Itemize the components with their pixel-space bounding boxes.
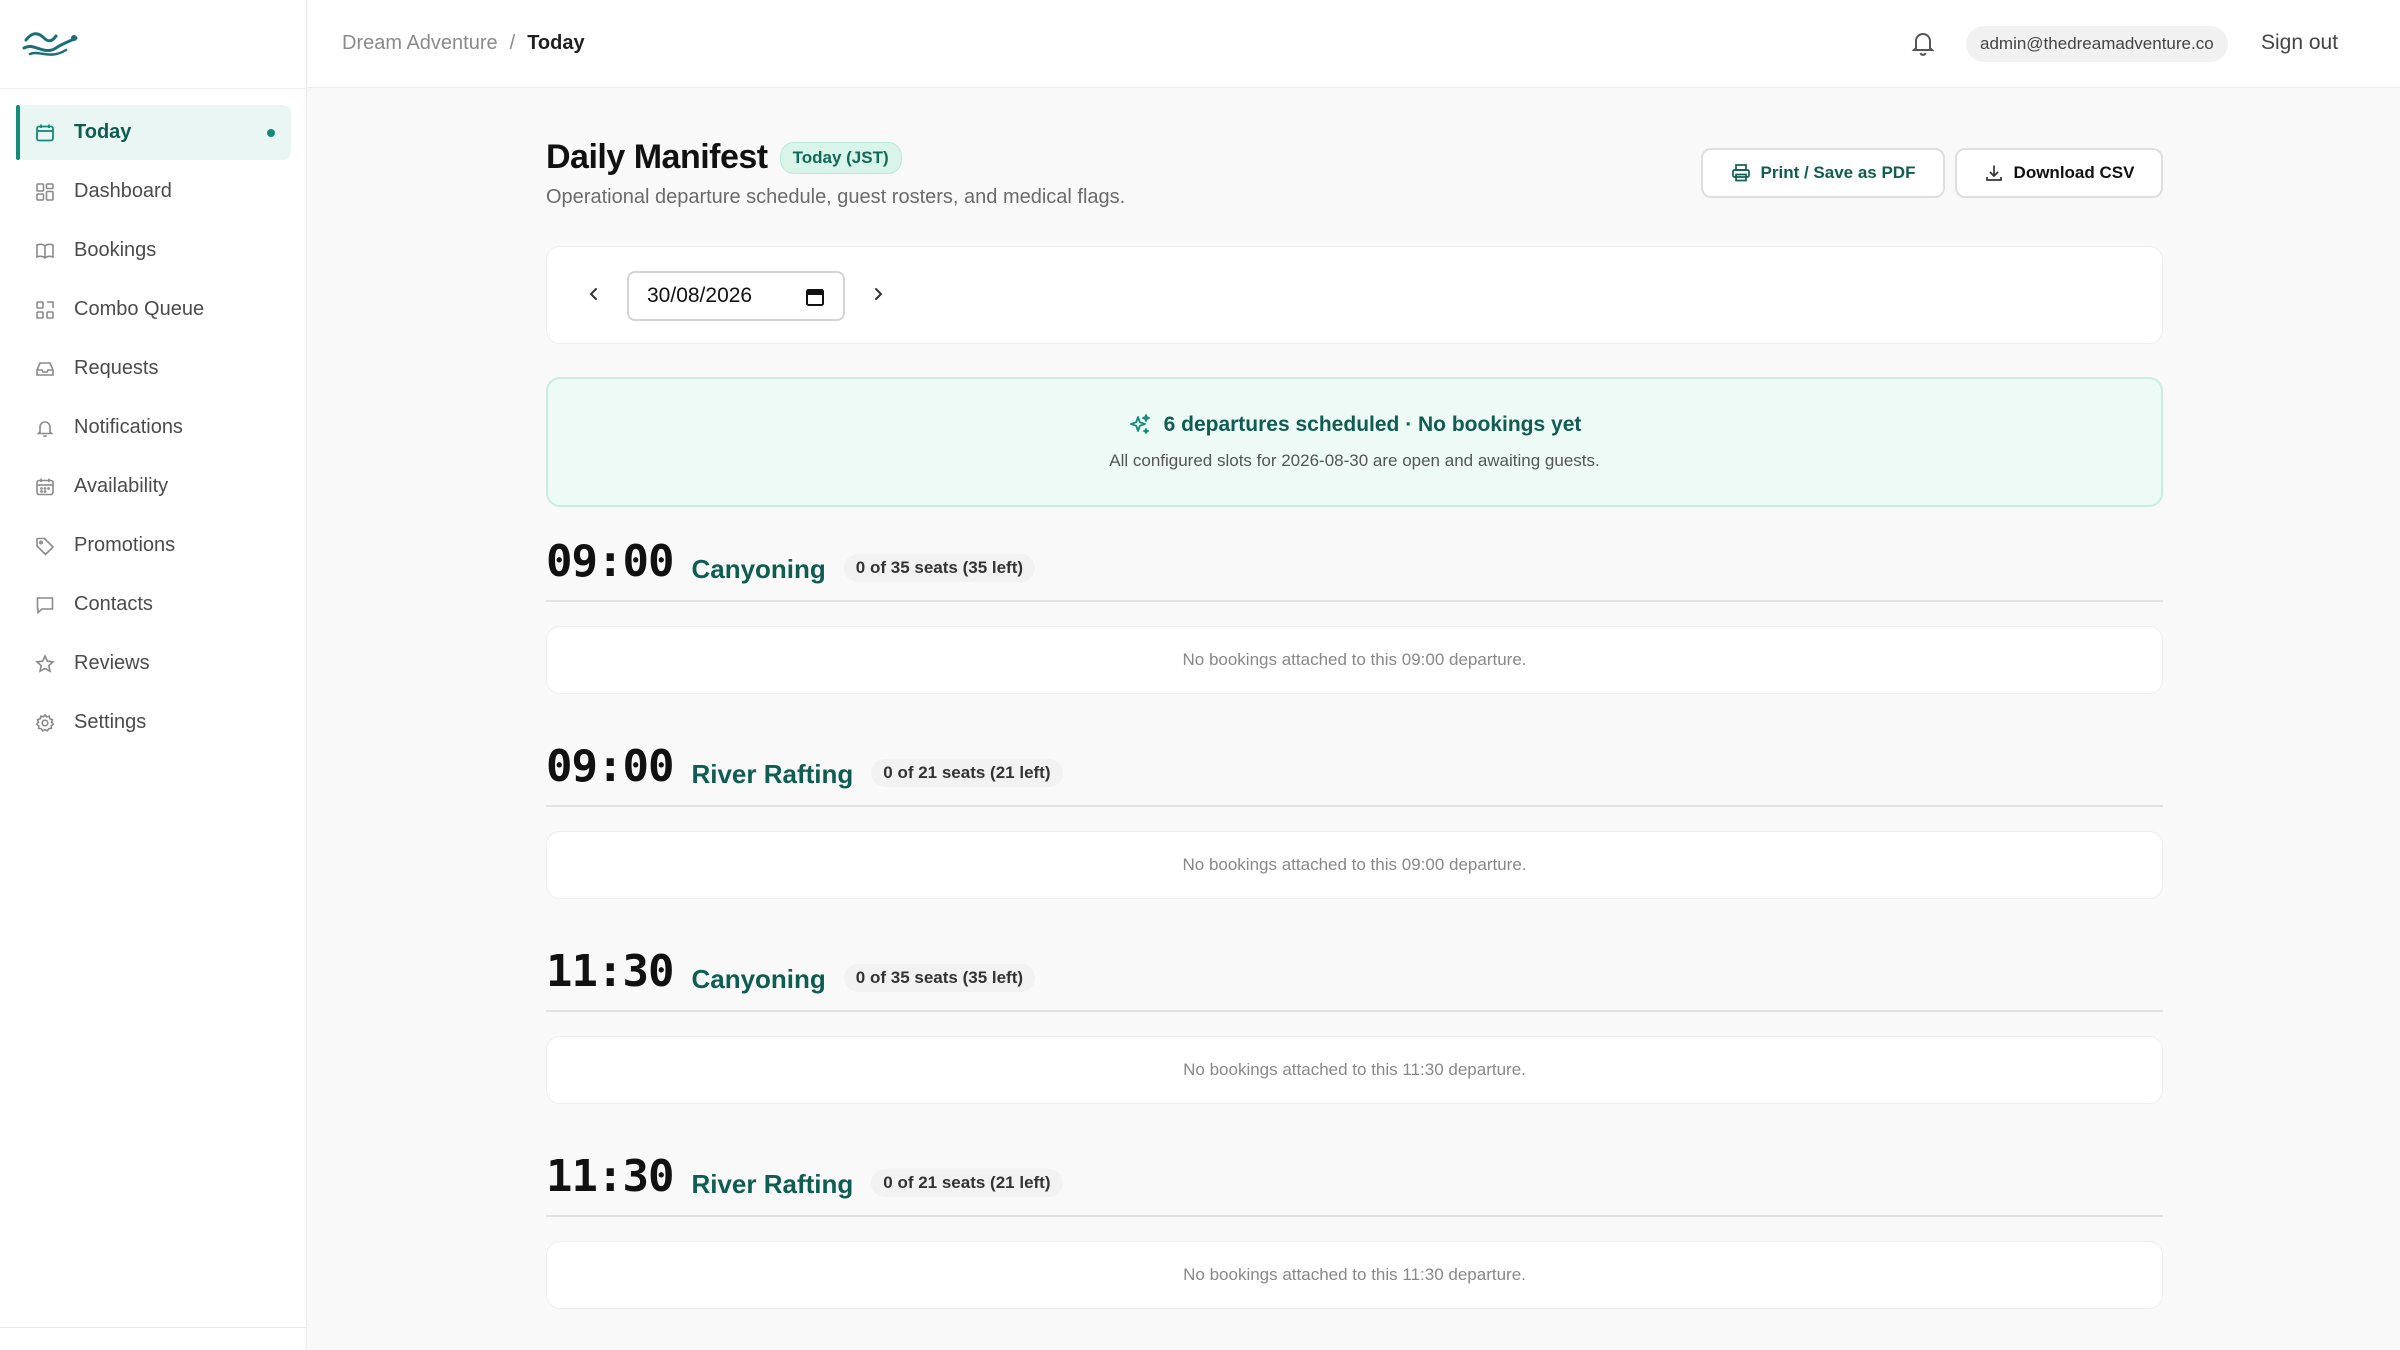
active-dot (267, 129, 275, 137)
chevron-left-icon (589, 288, 597, 300)
book-icon (34, 240, 56, 262)
departure-seats-badge: 0 of 21 seats (21 left) (871, 1169, 1063, 1197)
departure-time: 11:30 (546, 1151, 674, 1202)
sidebar-item-settings[interactable]: Settings (16, 695, 291, 750)
breadcrumb: Dream Adventure / Today (342, 32, 585, 55)
departure-roster-empty: No bookings attached to this 11:30 depar… (546, 1036, 2163, 1104)
breadcrumb-current: Today (527, 32, 585, 54)
departure-roster-empty: No bookings attached to this 09:00 depar… (546, 626, 2163, 694)
departure-roster-empty: No bookings attached to this 11:30 depar… (546, 1241, 2163, 1309)
next-day-button[interactable] (863, 279, 893, 309)
previous-day-button[interactable] (579, 279, 609, 309)
sidebar-item-availability[interactable]: Availability (16, 459, 291, 514)
page-subtitle: Operational departure schedule, guest ro… (546, 186, 1126, 208)
calendar-grid-icon (34, 476, 56, 498)
banner-title: 6 departures scheduled · No bookings yet (1163, 413, 1582, 436)
date-navigator: 30/08/2026 (546, 246, 2163, 344)
grid-icon (34, 181, 56, 203)
today-badge: Today (JST) (779, 141, 902, 174)
departure-seats-badge: 0 of 35 seats (35 left) (843, 964, 1036, 992)
departure-seats-badge: 0 of 21 seats (21 left) (871, 759, 1063, 787)
calendar-picker-icon[interactable] (805, 287, 825, 307)
star-icon (34, 653, 56, 675)
departure-header: 11:30 River Rafting 0 of 21 seats (21 le… (546, 1147, 2163, 1217)
sidebar-item-label: Reviews (74, 652, 150, 674)
calendar-icon (34, 122, 56, 144)
breadcrumb-root[interactable]: Dream Adventure (342, 32, 498, 55)
page-title: Daily Manifest (546, 138, 768, 176)
sidebar-item-combo-queue[interactable]: Combo Queue (16, 282, 291, 337)
schedule-summary-banner: 6 departures scheduled · No bookings yet… (546, 377, 2163, 507)
title-row: Daily Manifest Today (JST) (546, 138, 902, 177)
departure-header: 09:00 Canyoning 0 of 35 seats (35 left) (546, 532, 2163, 602)
tag-icon (34, 535, 56, 557)
sidebar-item-promotions[interactable]: Promotions (16, 518, 291, 573)
sidebar-item-label: Promotions (74, 534, 176, 556)
download-csv-button[interactable]: Download CSV (1955, 148, 2163, 198)
sidebar-item-label: Dashboard (74, 180, 172, 202)
departure-activity: River Rafting (691, 1169, 854, 1199)
print-save-pdf-button[interactable]: Print / Save as PDF (1701, 148, 1945, 198)
sidebar-item-reviews[interactable]: Reviews (16, 636, 291, 691)
departure-time: 09:00 (546, 741, 674, 792)
sign-out-button[interactable]: Sign out (2261, 31, 2338, 55)
departure-header: 11:30 Canyoning 0 of 35 seats (35 left) (546, 942, 2163, 1012)
banner-title-row: 6 departures scheduled · No bookings yet (548, 413, 2161, 437)
brand-logo-icon[interactable] (22, 26, 80, 60)
csv-label: Download CSV (2013, 163, 2135, 182)
departure-block: 11:30 River Rafting 0 of 21 seats (21 le… (546, 1147, 2163, 1309)
sidebar-item-label: Bookings (74, 239, 157, 261)
sidebar-item-requests[interactable]: Requests (16, 341, 291, 396)
breadcrumb-separator: / (509, 32, 516, 54)
departure-roster-empty: No bookings attached to this 09:00 depar… (546, 831, 2163, 899)
departure-time: 11:30 (546, 946, 674, 997)
departure-header: 09:00 River Rafting 0 of 21 seats (21 le… (546, 737, 2163, 807)
departure-activity: Canyoning (691, 554, 826, 584)
sidebar-nav: Today Dashboard Bookings Combo Queue Req… (16, 105, 291, 754)
sidebar-item-dashboard[interactable]: Dashboard (16, 164, 291, 219)
sidebar-item-label: Notifications (74, 416, 183, 438)
departure-block: 11:30 Canyoning 0 of 35 seats (35 left) … (546, 942, 2163, 1104)
print-label: Print / Save as PDF (1760, 163, 1916, 182)
chat-icon (34, 594, 56, 616)
departure-block: 09:00 Canyoning 0 of 35 seats (35 left) … (546, 532, 2163, 694)
notifications-bell-icon[interactable] (1908, 28, 1938, 58)
departure-seats-badge: 0 of 35 seats (35 left) (843, 554, 1036, 582)
sidebar-item-label: Combo Queue (74, 298, 205, 320)
sidebar: Today Dashboard Bookings Combo Queue Req… (0, 0, 307, 1350)
sidebar-item-bookings[interactable]: Bookings (16, 223, 291, 278)
date-input[interactable]: 30/08/2026 (627, 271, 845, 321)
departure-activity: River Rafting (691, 759, 854, 789)
chevron-right-icon (875, 288, 883, 300)
departure-activity: Canyoning (691, 964, 826, 994)
inbox-icon (34, 358, 56, 380)
user-email-pill[interactable]: admin@thedreamadventure.co (1966, 26, 2228, 62)
sidebar-item-label: Settings (74, 711, 147, 733)
top-bar: Dream Adventure / Today admin@thedreamad… (308, 0, 2400, 88)
combo-queue-icon (34, 299, 56, 321)
sidebar-item-label: Requests (74, 357, 159, 379)
sparkles-icon (1129, 414, 1150, 434)
departure-time: 09:00 (546, 536, 674, 587)
sidebar-item-label: Availability (74, 475, 169, 497)
sidebar-item-label: Today (74, 121, 132, 143)
bell-icon (34, 417, 56, 439)
sidebar-item-notifications[interactable]: Notifications (16, 400, 291, 455)
gear-icon (34, 712, 56, 734)
download-icon (1985, 165, 2002, 181)
sidebar-item-today[interactable]: Today (16, 105, 291, 160)
sidebar-item-label: Contacts (74, 593, 153, 615)
departure-block: 09:00 River Rafting 0 of 21 seats (21 le… (546, 737, 2163, 899)
sidebar-item-contacts[interactable]: Contacts (16, 577, 291, 632)
banner-subtitle: All configured slots for 2026-08-30 are … (1109, 451, 1600, 470)
printer-icon (1731, 164, 1750, 182)
date-value: 30/08/2026 (647, 284, 753, 307)
